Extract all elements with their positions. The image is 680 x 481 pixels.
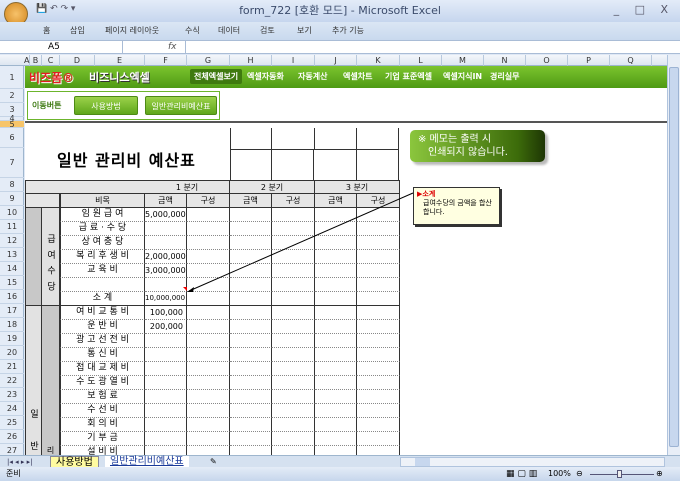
arrow-line [188,192,414,292]
comment-arrow [183,192,414,292]
zoom-out-button[interactable]: ⊖ [576,467,583,481]
zoom-level: 100% [548,469,571,478]
arrow-head [187,287,194,292]
comment-indicator [183,287,187,291]
vertical-scrollbar[interactable] [667,55,680,455]
zoom-slider[interactable] [590,474,654,475]
sheet-tabs-bar: |◂ ◂ ▸ ▸| 사용방법 일반관리비예산표 ✎ [0,455,680,468]
comment-body: 급여수당의 금액을 합산합니다. [423,199,492,216]
cell-comment[interactable]: ▶소계 급여수당의 금액을 합산합니다. [413,187,500,225]
zoom-slider-thumb[interactable] [617,470,622,478]
memo-line1: ※ 메모는 출력 시 [418,134,492,145]
view-buttons[interactable]: ▦ ▢ ▥ [506,467,537,481]
zoom-in-button[interactable]: ⊕ [656,467,663,481]
status-ready: 준비 [6,469,21,478]
comment-title: ▶소계 [417,190,436,198]
memo-note: ※ 메모는 출력 시 인쇄되지 않습니다. [410,130,545,162]
horizontal-scrollbar[interactable] [400,457,665,467]
memo-line2: 인쇄되지 않습니다. [428,147,508,158]
status-bar: 준비 ▦ ▢ ▥ 100% ⊖ ⊕ [0,467,680,481]
